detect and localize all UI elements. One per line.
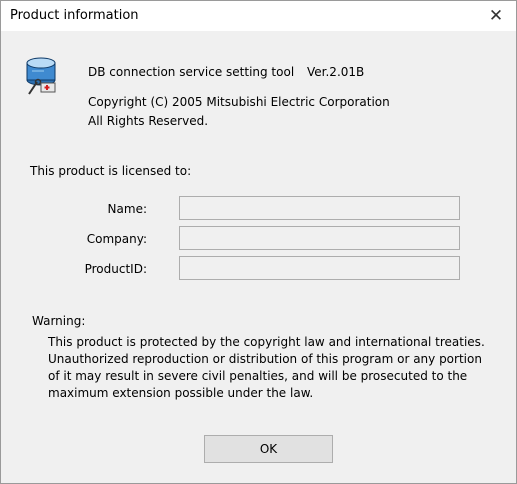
rights-line: All Rights Reserved.	[88, 114, 209, 128]
company-field[interactable]	[179, 226, 460, 250]
warning-text: This product is protected by the copyrig…	[48, 334, 508, 402]
ok-button[interactable]: OK	[204, 435, 333, 463]
productid-field[interactable]	[179, 256, 460, 280]
product-information-dialog: Product information ✕ DB connection serv…	[0, 0, 517, 484]
title-bar: Product information ✕	[1, 1, 516, 31]
close-icon[interactable]: ✕	[476, 1, 516, 31]
warning-line: maximum extension possible under the law…	[48, 386, 314, 400]
warning-line: of it may result in severe civil penalti…	[48, 369, 468, 383]
name-label: Name:	[107, 202, 147, 216]
warning-line: This product is protected by the copyrig…	[48, 335, 485, 349]
productid-label: ProductID:	[84, 262, 147, 276]
warning-heading: Warning:	[32, 314, 86, 328]
dialog-body: DB connection service setting tool Ver.2…	[1, 31, 516, 483]
company-label: Company:	[86, 232, 147, 246]
product-line: DB connection service setting tool	[88, 65, 295, 79]
warning-line: Unauthorized reproduction or distributio…	[48, 352, 482, 366]
license-heading: This product is licensed to:	[30, 164, 192, 178]
version-text: Ver.2.01B	[307, 65, 365, 79]
copyright-line: Copyright (C) 2005 Mitsubishi Electric C…	[88, 95, 390, 109]
name-field[interactable]	[179, 196, 460, 220]
database-connection-icon	[25, 55, 59, 95]
window-title: Product information	[10, 8, 139, 23]
